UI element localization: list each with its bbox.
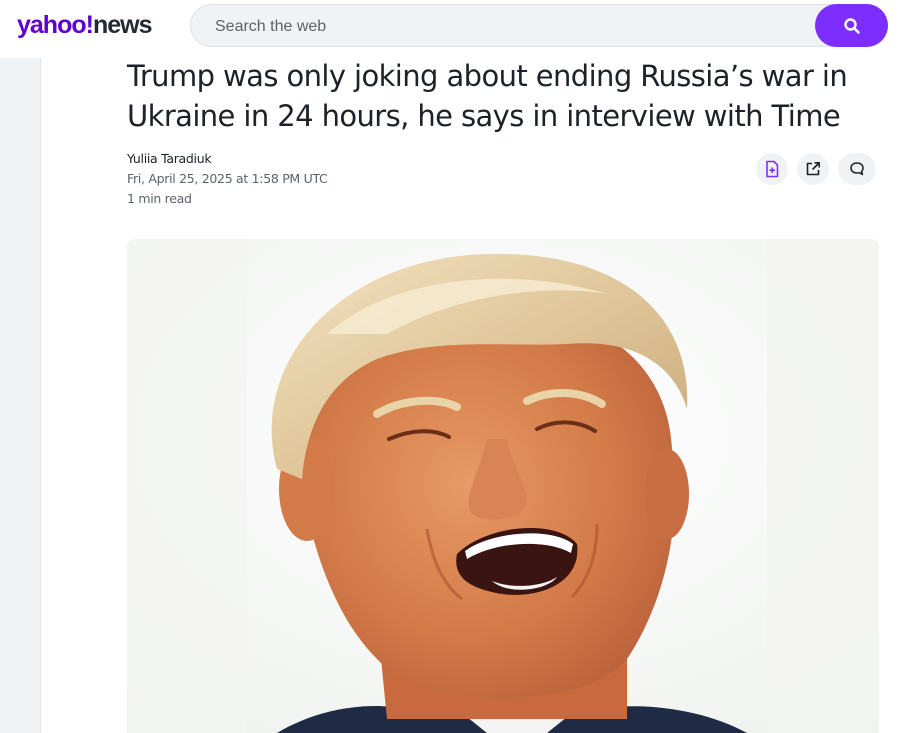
read-time: 1 min read — [127, 191, 192, 206]
search-icon — [843, 17, 860, 34]
save-icon — [766, 160, 779, 178]
top-bar: yahoo!news — [0, 0, 915, 58]
logo-news: news — [92, 11, 153, 39]
yahoo-news-logo[interactable]: yahoo!news — [17, 9, 153, 41]
article-actions — [756, 153, 876, 185]
search-input[interactable] — [213, 15, 797, 39]
publish-date: Fri, April 25, 2025 at 1:58 PM UTC — [127, 171, 328, 186]
search-bar — [190, 4, 888, 47]
left-sidebar — [0, 58, 41, 733]
share-article-button[interactable] — [797, 153, 829, 185]
article-headline: Trump was only joking about ending Russi… — [127, 59, 848, 133]
article-photo — [127, 239, 879, 733]
save-article-button[interactable] — [756, 153, 788, 185]
comment-icon — [850, 162, 864, 176]
article-byline: Yuliia Taradiuk Fri, April 25, 2025 at 1… — [127, 149, 328, 209]
author-name[interactable]: Yuliia Taradiuk — [127, 149, 327, 169]
search-button[interactable] — [815, 4, 888, 47]
share-icon — [806, 162, 820, 176]
comment-article-button[interactable] — [838, 153, 876, 185]
logo-yahoo: yahoo! — [17, 11, 94, 39]
